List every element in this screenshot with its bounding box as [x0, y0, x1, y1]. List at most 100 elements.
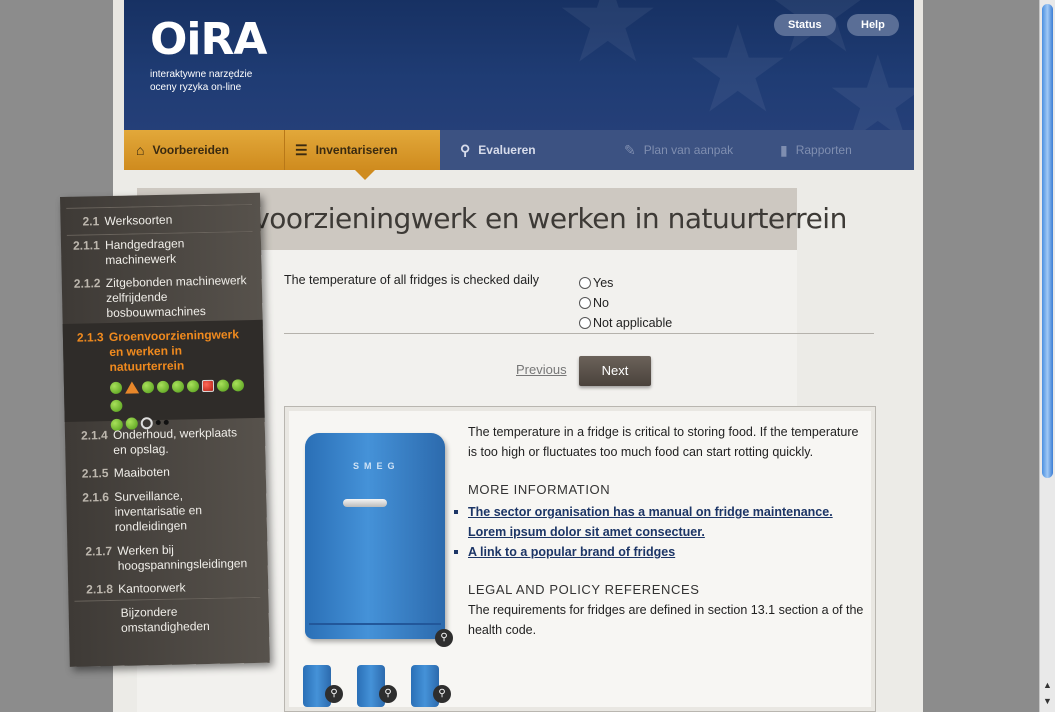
logo-wordmark: OiRA — [150, 14, 267, 65]
option-label: Not applicable — [593, 316, 673, 330]
more-info-heading: MORE INFORMATION — [468, 482, 611, 497]
nav-label: Kantoorwerk — [118, 580, 186, 596]
pencil-icon: ✎ — [624, 141, 636, 158]
option-yes[interactable]: Yes — [579, 273, 672, 293]
next-button[interactable]: Next — [579, 356, 651, 386]
nav-label: Handgedragen machinewerk — [104, 236, 185, 268]
nav-label: Werken bij hoogspanningsleidingen — [117, 542, 248, 573]
nav-number: 2.1.2 — [73, 276, 101, 291]
help-button[interactable]: Help — [847, 14, 899, 36]
divider — [66, 230, 253, 236]
info-text: The temperature in a fridge is critical … — [454, 422, 868, 640]
list-item: Lorem ipsum dolor sit amet consectuer. — [468, 522, 868, 542]
zoom-icon[interactable]: ⚲ — [433, 685, 451, 703]
question-text: The temperature of all fridges is checke… — [284, 273, 539, 287]
radio-yes[interactable] — [579, 277, 591, 289]
info-description: The temperature in a fridge is critical … — [468, 425, 859, 459]
sidebar-item-bijzondere[interactable]: Bijzondere omstandigheden — [69, 603, 269, 635]
list-item: The sector organisation has a manual on … — [454, 502, 868, 522]
answer-options: Yes No Not applicable — [579, 273, 672, 333]
status-dot-green[interactable] — [186, 379, 200, 393]
site-header: ★ ★ ★ ★ OiRA interaktywne narzędzie ocen… — [124, 0, 914, 130]
status-dot-green[interactable] — [156, 380, 170, 393]
fridge-image[interactable]: SMEG — [305, 433, 445, 639]
tab-plan-van-aanpak[interactable]: ✎ Plan van aanpak — [600, 130, 756, 170]
thumbnail-2[interactable] — [357, 665, 385, 707]
status-dot-green[interactable] — [109, 381, 123, 394]
nav-number: 2.1.4 — [80, 428, 108, 443]
nav-number: 2.1.5 — [81, 466, 109, 481]
status-dot-green[interactable] — [171, 380, 185, 393]
scrollbar[interactable]: ▲ ▼ — [1039, 0, 1055, 712]
divider — [66, 203, 253, 209]
logo-subtitle-1: interaktywne narzędzie — [150, 69, 253, 80]
status-dot-empty[interactable] — [155, 420, 161, 426]
zoom-icon[interactable]: ⚲ — [379, 685, 397, 703]
tab-evalueren[interactable]: ⚲ Evalueren — [440, 130, 600, 170]
zoom-icon[interactable]: ⚲ — [435, 629, 453, 647]
document-icon: ▮ — [780, 141, 788, 158]
status-dot-empty[interactable] — [163, 420, 169, 426]
status-dot-warning[interactable] — [124, 381, 140, 394]
radio-no[interactable] — [579, 297, 591, 309]
nav-label: Groenvoorzieningwerk en werken in natuur… — [108, 327, 240, 374]
nav-number: 2.1.6 — [82, 490, 110, 505]
option-not-applicable[interactable]: Not applicable — [579, 313, 672, 333]
nav-number: 2.1.8 — [86, 581, 114, 597]
nav-number: 2.1 — [82, 214, 100, 229]
nav-number: 2.1.1 — [72, 238, 100, 253]
tab-rapporten[interactable]: ▮ Rapporten — [756, 130, 912, 170]
tab-label: Plan van aanpak — [643, 143, 734, 157]
status-dot-green[interactable] — [231, 378, 245, 392]
legal-text: The requirements for fridges are defined… — [468, 603, 864, 637]
scroll-down-icon[interactable]: ▼ — [1043, 696, 1052, 706]
status-dot-green[interactable] — [216, 379, 230, 392]
zoom-icon[interactable]: ⚲ — [325, 685, 343, 703]
tab-voorbereiden[interactable]: ⌂ Voorbereiden — [124, 130, 284, 170]
tab-inventariseren[interactable]: ☰ Inventariseren — [284, 130, 440, 180]
previous-button[interactable]: Previous — [516, 362, 567, 377]
sidebar-item-zitgebonden[interactable]: 2.1.2 Zitgebonden machinewerk zelfrijden… — [62, 273, 262, 320]
status-dot-green[interactable] — [141, 380, 155, 394]
thumbnail-1[interactable] — [303, 665, 331, 707]
scroll-up-icon[interactable]: ▲ — [1043, 680, 1052, 690]
status-dot-green[interactable] — [110, 399, 123, 412]
thumbnail-3[interactable] — [411, 665, 439, 707]
info-link[interactable]: Lorem ipsum dolor sit amet consectuer. — [468, 525, 705, 539]
nav-label: Maaiboten — [113, 464, 170, 480]
list-item: A link to a popular brand of fridges — [454, 542, 868, 562]
sidebar-item-handgedragen[interactable]: 2.1.1 Handgedragen machinewerk — [61, 235, 261, 267]
tab-label: Inventariseren — [315, 143, 398, 157]
radio-not-applicable[interactable] — [579, 317, 591, 329]
sidebar-item-maaiboten[interactable]: 2.1.5 Maaiboten — [66, 463, 266, 481]
oira-logo[interactable]: OiRA interaktywne narzędzie oceny ryzyka… — [150, 14, 267, 94]
status-dot-red[interactable] — [201, 379, 215, 392]
tab-label: Rapporten — [795, 143, 852, 157]
fridge-base — [309, 623, 441, 625]
nav-label: Surveillance, inventarisatie en rondleid… — [114, 488, 203, 534]
tab-label: Voorbereiden — [152, 143, 229, 157]
status-button[interactable]: Status — [774, 14, 836, 36]
fridge-handle — [343, 499, 387, 507]
sidebar-item-hoogspanning[interactable]: 2.1.7 Werken bij hoogspanningsleidingen — [67, 541, 267, 573]
sidebar-item-surveillance[interactable]: 2.1.6 Surveillance, inventarisatie en ro… — [66, 487, 266, 533]
option-label: Yes — [593, 276, 614, 290]
info-panel: SMEG ⚲ ⚲ ⚲ ⚲ The temperature in a fridge… — [284, 406, 876, 712]
nav-label: Bijzondere omstandigheden — [120, 604, 210, 635]
sidebar-nav: 2.1 Werksoorten 2.1.1 Handgedragen machi… — [60, 192, 270, 667]
main-tabs: ⌂ Voorbereiden ☰ Inventariseren ⚲ Evalue… — [124, 130, 914, 180]
divider — [74, 596, 261, 602]
sidebar-item-werksoorten[interactable]: 2.1 Werksoorten — [60, 211, 260, 229]
info-link[interactable]: The sector organisation has a manual on … — [468, 505, 833, 519]
logo-subtitle-2: oceny ryzyka on-line — [150, 82, 242, 93]
tab-label: Evalueren — [478, 143, 536, 157]
nav-label: Zitgebonden machinewerk zelfrijdende bos… — [105, 273, 247, 321]
scrollbar-thumb[interactable] — [1042, 4, 1053, 478]
nav-number: 2.1.3 — [76, 330, 104, 345]
sidebar-item-kantoorwerk[interactable]: 2.1.8 Kantoorwerk — [68, 579, 268, 596]
legal-heading: LEGAL AND POLICY REFERENCES — [468, 582, 700, 597]
checklist-icon: ☰ — [295, 141, 308, 158]
nav-label: Onderhoud, werkplaats en opslag. — [112, 425, 238, 457]
info-link[interactable]: A link to a popular brand of fridges — [468, 545, 675, 559]
option-no[interactable]: No — [579, 293, 672, 313]
